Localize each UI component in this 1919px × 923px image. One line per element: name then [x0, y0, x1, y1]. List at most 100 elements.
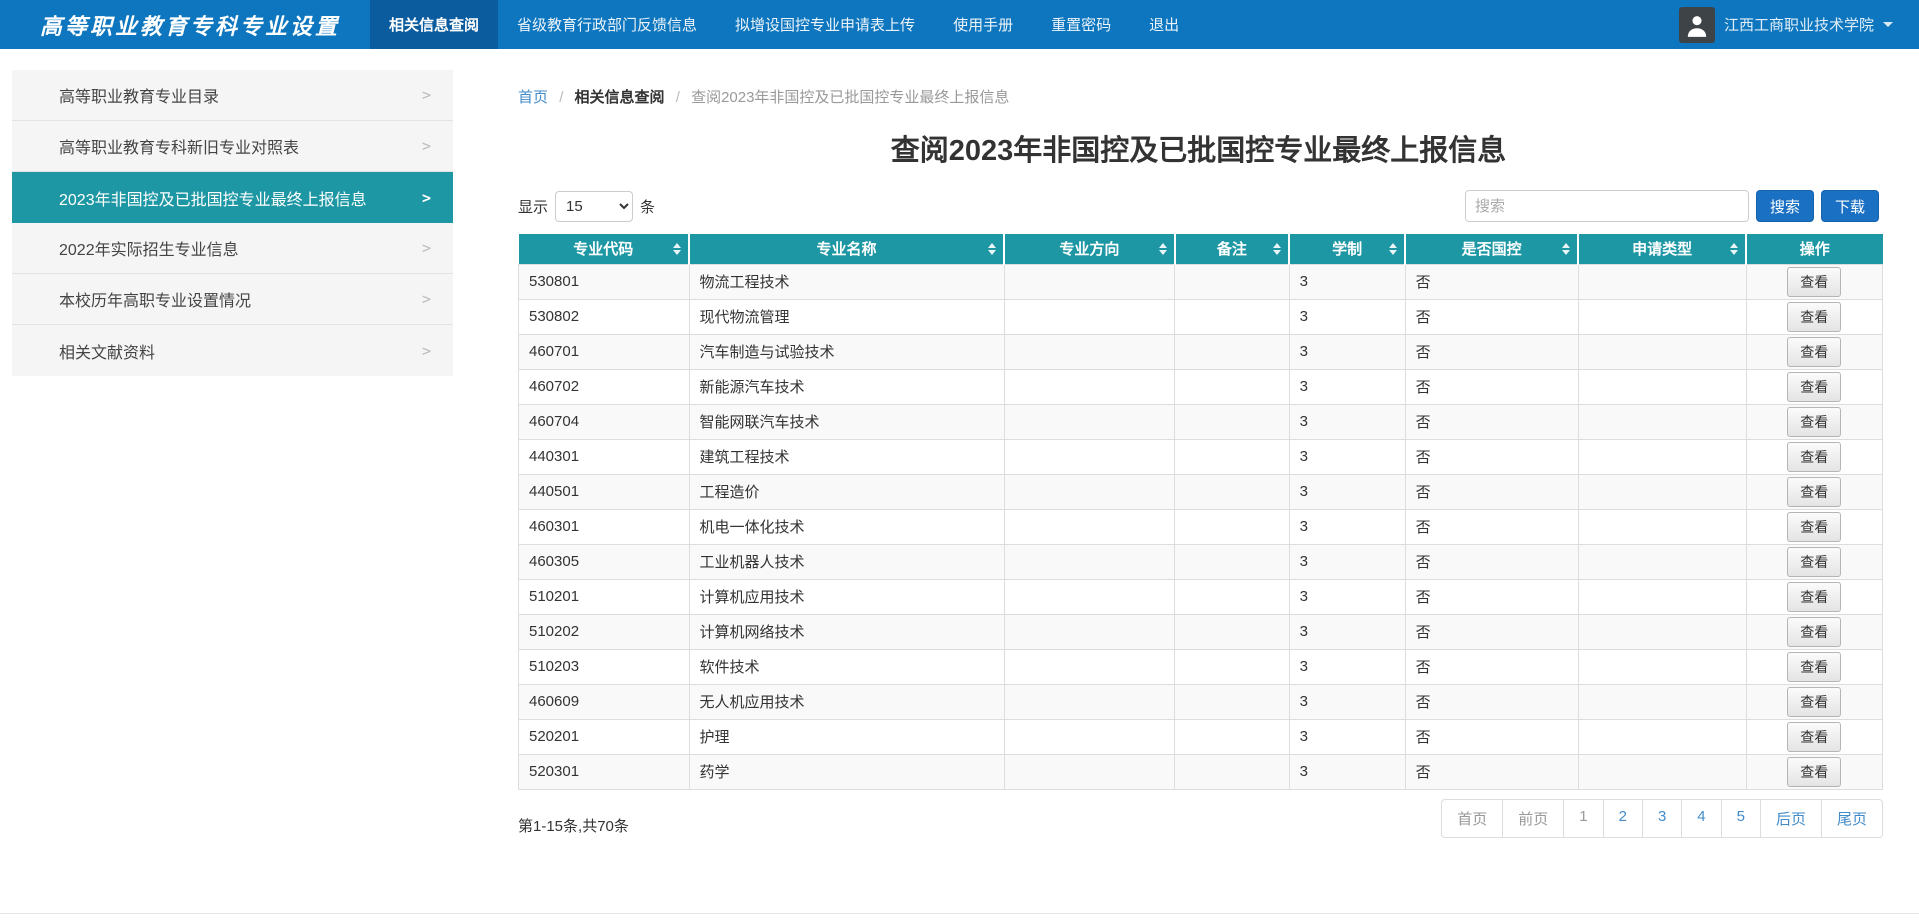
breadcrumb-section: 相关信息查阅 [574, 89, 665, 106]
column-label: 专业方向 [1059, 241, 1120, 259]
column-header-code[interactable]: 专业代码 [518, 234, 690, 264]
page-button-后页[interactable]: 后页 [1759, 798, 1822, 838]
nav-item-使用手册[interactable]: 使用手册 [934, 0, 1032, 49]
nav-item-拟增设国控专业申请表上传[interactable]: 拟增设国控专业申请表上传 [716, 0, 934, 49]
view-button[interactable]: 查看 [1787, 441, 1842, 472]
column-header-apply_type[interactable]: 申请类型 [1577, 234, 1748, 264]
sort-asc-icon [1158, 242, 1167, 248]
sidebar-item[interactable]: 2023年非国控及已批国控专业最终上报信息 > [12, 172, 453, 223]
cell-apply_type [1577, 298, 1747, 335]
sort-asc-icon [673, 242, 681, 248]
column-header-direction[interactable]: 专业方向 [1003, 234, 1176, 264]
cell-note [1174, 578, 1290, 615]
view-button[interactable]: 查看 [1787, 721, 1842, 752]
sort-icon [1273, 242, 1282, 255]
download-button[interactable]: 下载 [1820, 190, 1879, 222]
cell-action: 查看 [1745, 438, 1884, 475]
table-row: 510203 软件技术 3 否 查看 [518, 648, 1884, 685]
page-button-2[interactable]: 2 [1602, 798, 1643, 838]
sort-icon [1562, 242, 1571, 255]
cell-apply_type [1577, 718, 1747, 755]
page-button-首页: 首页 [1441, 798, 1504, 838]
table-row: 530802 现代物流管理 3 否 查看 [518, 298, 1884, 335]
page-button-5[interactable]: 5 [1720, 798, 1761, 838]
cell-name: 药学 [688, 753, 1005, 790]
cell-duration: 3 [1288, 473, 1406, 510]
column-label: 备注 [1216, 241, 1247, 259]
column-header-name[interactable]: 专业名称 [687, 234, 1006, 264]
sidebar-item[interactable]: 高等职业教育专业目录 > [12, 70, 453, 121]
nav-item-相关信息查阅[interactable]: 相关信息查阅 [370, 0, 499, 49]
breadcrumb-home-link[interactable]: 首页 [518, 89, 548, 106]
main-menu: 相关信息查阅 省级教育行政部门反馈信息 拟增设国控专业申请表上传 使用手册 重置密码 退出 [370, 0, 1198, 49]
column-label: 是否国控 [1461, 241, 1522, 259]
nav-item-退出[interactable]: 退出 [1130, 0, 1198, 49]
view-button[interactable]: 查看 [1787, 546, 1842, 577]
view-button[interactable]: 查看 [1787, 266, 1842, 297]
length-suffix-label: 条 [640, 198, 656, 216]
cell-action: 查看 [1745, 473, 1884, 510]
sidebar-item[interactable]: 相关文献资料 > [12, 325, 453, 376]
page-length-select[interactable]: 15 [555, 190, 634, 222]
column-header-note[interactable]: 备注 [1173, 234, 1291, 264]
page-button-4[interactable]: 4 [1681, 798, 1722, 838]
cell-apply_type [1577, 613, 1747, 650]
sidebar-item[interactable]: 本校历年高职专业设置情况 > [12, 274, 453, 325]
table-row: 440301 建筑工程技术 3 否 查看 [518, 438, 1884, 475]
cell-apply_type [1577, 368, 1747, 405]
view-button[interactable]: 查看 [1787, 371, 1842, 402]
view-button[interactable]: 查看 [1787, 651, 1842, 682]
cell-action: 查看 [1745, 753, 1884, 790]
sidebar-item[interactable]: 2022年实际招生专业信息 > [12, 223, 453, 274]
sort-desc-icon [1158, 249, 1167, 255]
nav-item-省级教育行政部门反馈信息[interactable]: 省级教育行政部门反馈信息 [498, 0, 716, 49]
nav-item-重置密码[interactable]: 重置密码 [1032, 0, 1130, 49]
view-button[interactable]: 查看 [1787, 301, 1842, 332]
breadcrumb-separator: / [675, 89, 680, 106]
sidebar-item[interactable]: 高等职业教育专科新旧专业对照表 > [12, 121, 453, 172]
search-input[interactable] [1464, 190, 1749, 222]
search-button[interactable]: 搜索 [1755, 190, 1814, 222]
page-button-尾页[interactable]: 尾页 [1820, 798, 1883, 838]
cell-note [1174, 648, 1290, 685]
table-row: 460701 汽车制造与试验技术 3 否 查看 [518, 333, 1884, 370]
cell-duration: 3 [1288, 368, 1406, 405]
cell-apply_type [1577, 753, 1747, 790]
view-button[interactable]: 查看 [1787, 616, 1842, 647]
cell-national_control: 否 [1404, 683, 1579, 720]
column-header-national_control[interactable]: 是否国控 [1404, 234, 1580, 264]
view-button[interactable]: 查看 [1787, 336, 1842, 367]
sort-desc-icon [1730, 249, 1739, 255]
view-button[interactable]: 查看 [1787, 476, 1842, 507]
cell-name: 汽车制造与试验技术 [688, 333, 1005, 370]
chevron-right-icon: > [421, 86, 431, 104]
cell-code: 460609 [518, 683, 690, 720]
sort-desc-icon [1562, 249, 1571, 255]
cell-action: 查看 [1745, 578, 1884, 615]
cell-apply_type [1577, 543, 1747, 580]
cell-action: 查看 [1745, 683, 1884, 720]
sort-desc-icon [988, 249, 997, 255]
column-header-action[interactable]: 操作 [1745, 234, 1883, 264]
cell-note [1174, 298, 1290, 335]
view-button[interactable]: 查看 [1787, 756, 1842, 787]
page-button-前页: 前页 [1502, 798, 1565, 838]
table-row: 520201 护理 3 否 查看 [518, 718, 1884, 755]
cell-action: 查看 [1745, 718, 1884, 755]
column-label: 专业代码 [573, 241, 634, 259]
cell-name: 新能源汽车技术 [688, 368, 1005, 405]
view-button[interactable]: 查看 [1787, 406, 1842, 437]
view-button[interactable]: 查看 [1787, 511, 1842, 542]
table-row: 460704 智能网联汽车技术 3 否 查看 [518, 403, 1884, 440]
user-menu[interactable]: 江西工商职业技术学院 [1678, 0, 1919, 49]
column-header-duration[interactable]: 学制 [1288, 234, 1407, 264]
column-label: 申请类型 [1632, 241, 1693, 259]
cell-direction [1003, 508, 1176, 545]
cell-name: 软件技术 [688, 648, 1005, 685]
sidebar-item-label: 高等职业教育专业目录 [59, 89, 220, 106]
page-button-3[interactable]: 3 [1641, 798, 1683, 838]
sort-asc-icon [1562, 242, 1571, 248]
view-button[interactable]: 查看 [1787, 581, 1842, 612]
table-row: 460702 新能源汽车技术 3 否 查看 [518, 368, 1884, 405]
view-button[interactable]: 查看 [1787, 686, 1842, 717]
